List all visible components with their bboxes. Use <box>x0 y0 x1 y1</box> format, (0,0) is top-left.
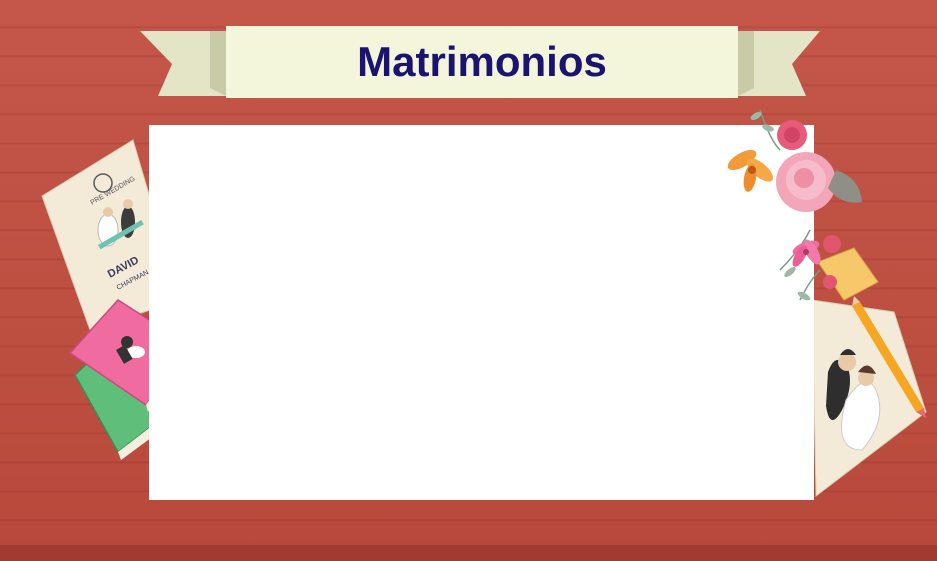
small-red-bloom <box>823 235 841 289</box>
orange-lily-flower <box>727 149 774 192</box>
flower-bouquet-icon <box>727 109 862 301</box>
pink-star-flower <box>792 239 821 267</box>
pink-rose-flower <box>777 120 807 150</box>
scene: PRE WEDDING DAVID CHAPMAN Matrimonios <box>0 0 937 561</box>
pink-peony-flower <box>776 152 836 212</box>
